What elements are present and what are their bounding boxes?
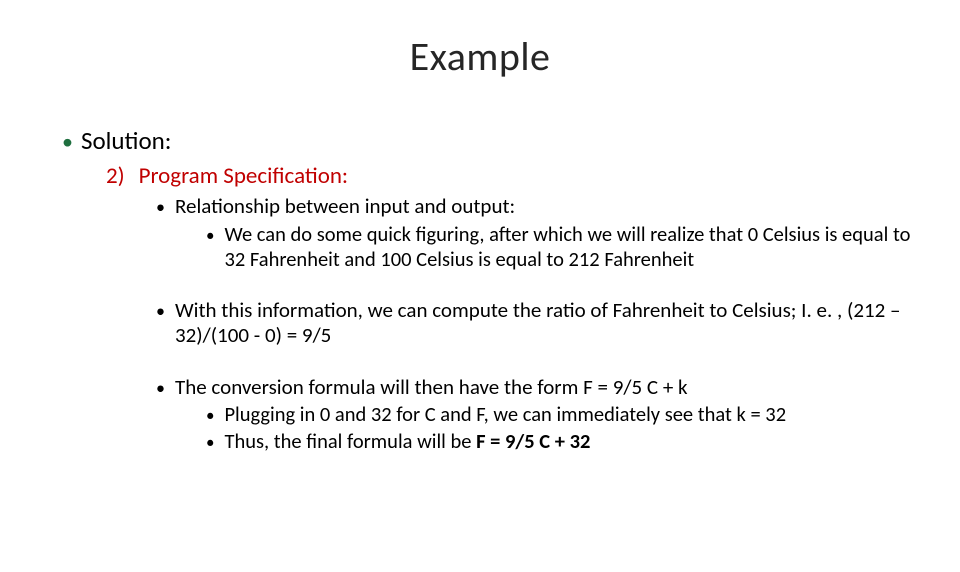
bullet-level-4: • We can do some quick figuring, after w… bbox=[206, 222, 924, 272]
lvl1-text: Solution: bbox=[81, 125, 171, 156]
bullet-level-4: • Plugging in 0 and 32 for C and F, we c… bbox=[206, 402, 924, 427]
lvl4-text: Plugging in 0 and 32 for C and F, we can… bbox=[224, 402, 786, 427]
slide: Example • Solution: 2) Program Specifica… bbox=[0, 32, 960, 572]
bullet-icon: • bbox=[62, 131, 73, 153]
lvl4-bold: F = 9/5 C + 32 bbox=[476, 428, 590, 454]
bullet-level-2: 2) Program Specification: bbox=[106, 162, 924, 190]
lvl4-text: Thus, the final formula will be F = 9/5 … bbox=[224, 429, 590, 454]
spacer bbox=[62, 272, 924, 294]
lvl2-text: Program Specification: bbox=[139, 162, 348, 190]
lvl3-text: Relationship between input and output: bbox=[175, 194, 515, 220]
bullet-icon: • bbox=[206, 433, 214, 454]
lvl3-text: The conversion formula will then have th… bbox=[175, 375, 688, 401]
bullet-icon: • bbox=[206, 406, 214, 427]
bullet-icon: • bbox=[156, 378, 165, 400]
spacer bbox=[62, 349, 924, 371]
bullet-icon: • bbox=[156, 301, 165, 323]
slide-content: • Solution: 2) Program Specification: • … bbox=[0, 125, 960, 454]
bullet-icon: • bbox=[206, 226, 214, 247]
bullet-level-1: • Solution: bbox=[62, 125, 924, 156]
lvl4-prefix: Thus, the final formula will be bbox=[224, 428, 476, 454]
lvl4-text: We can do some quick figuring, after whi… bbox=[224, 222, 924, 272]
bullet-level-3: • With this information, we can compute … bbox=[156, 298, 924, 349]
list-number: 2) bbox=[106, 162, 125, 190]
bullet-level-3: • The conversion formula will then have … bbox=[156, 375, 924, 401]
slide-title: Example bbox=[0, 32, 960, 81]
bullet-level-4: • Thus, the final formula will be F = 9/… bbox=[206, 429, 924, 454]
lvl3-text: With this information, we can compute th… bbox=[175, 298, 924, 349]
bullet-level-3: • Relationship between input and output: bbox=[156, 194, 924, 220]
bullet-icon: • bbox=[156, 197, 165, 219]
